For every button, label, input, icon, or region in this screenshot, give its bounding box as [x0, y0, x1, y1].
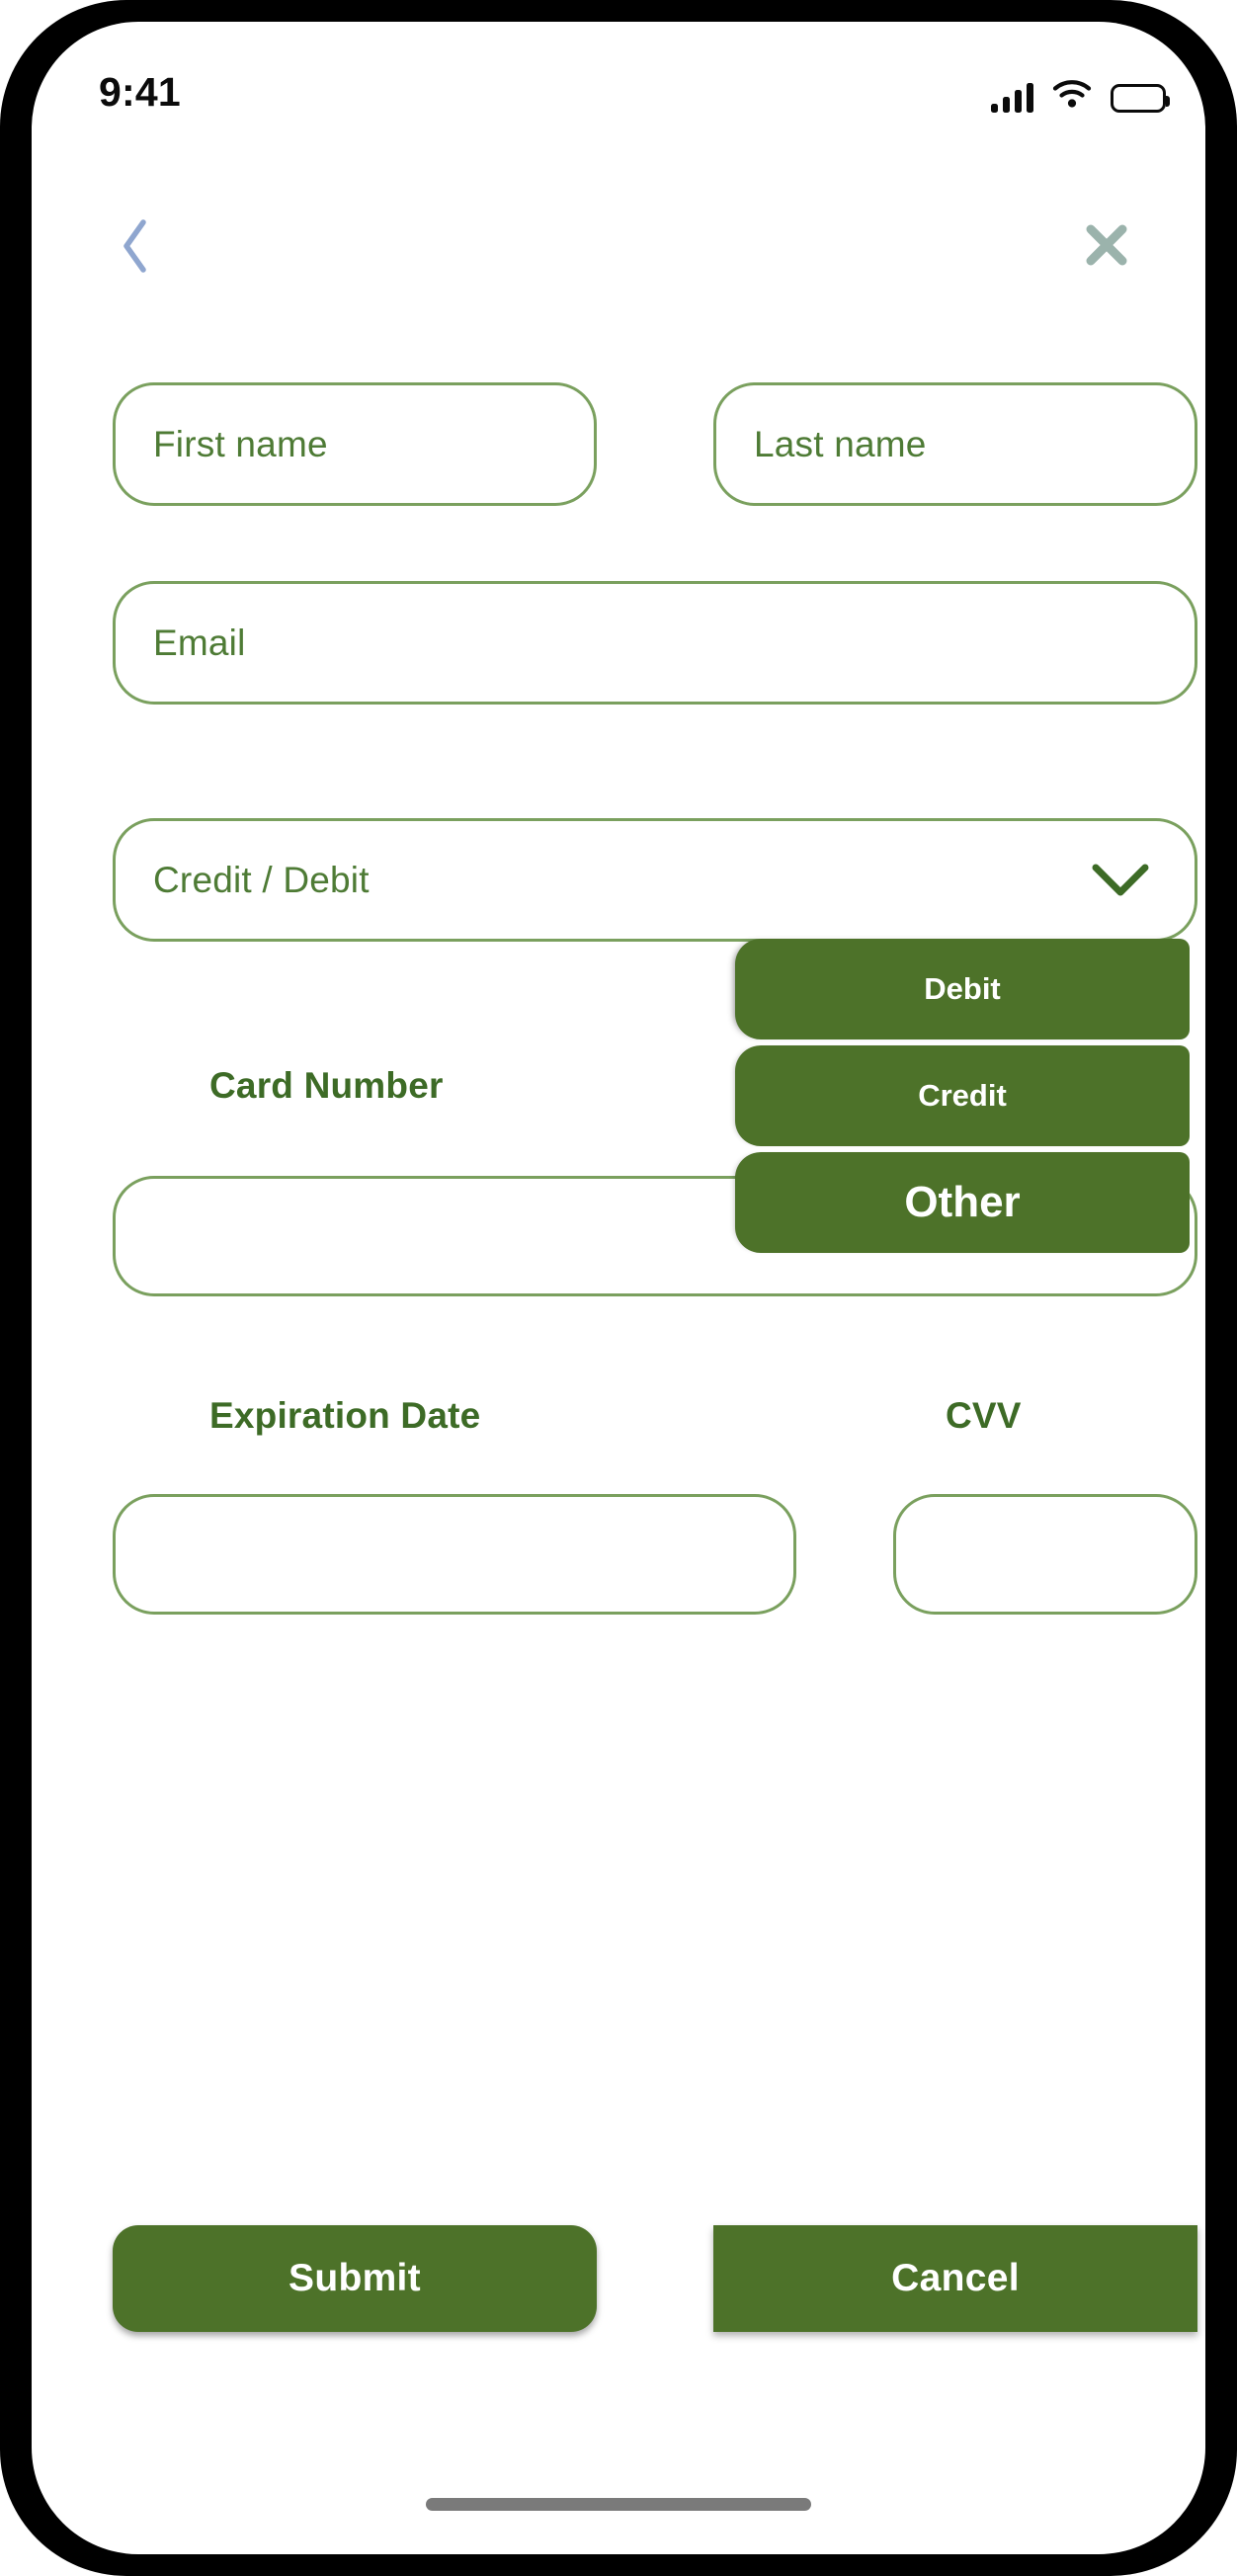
card-type-option-debit[interactable]: Debit — [735, 939, 1190, 1039]
submit-button[interactable]: Submit — [113, 2225, 597, 2332]
payment-form: First name Last name Email Credit / Debi… — [32, 22, 1205, 2554]
first-name-field[interactable]: First name — [113, 382, 597, 506]
card-type-option-credit[interactable]: Credit — [735, 1045, 1190, 1146]
expiration-date-label: Expiration Date — [209, 1395, 481, 1436]
card-type-selected-value: Credit / Debit — [153, 859, 370, 900]
cancel-button[interactable]: Cancel — [713, 2225, 1197, 2332]
phone-screen: 9:41 First name Last name Email Credit /… — [32, 22, 1205, 2554]
cvv-field[interactable] — [893, 1494, 1197, 1615]
expiration-date-field[interactable] — [113, 1494, 796, 1615]
card-number-label: Card Number — [209, 1065, 444, 1106]
cvv-label: CVV — [946, 1395, 1022, 1436]
last-name-field[interactable]: Last name — [713, 382, 1197, 506]
last-name-placeholder: Last name — [754, 423, 927, 464]
email-field[interactable]: Email — [113, 581, 1197, 705]
card-type-option-other[interactable]: Other — [735, 1152, 1190, 1253]
chevron-down-icon — [1088, 860, 1153, 901]
home-indicator[interactable] — [426, 2498, 811, 2511]
card-type-select[interactable]: Credit / Debit — [113, 818, 1197, 942]
phone-frame: 9:41 First name Last name Email Credit /… — [0, 0, 1237, 2576]
email-placeholder: Email — [153, 622, 246, 663]
first-name-placeholder: First name — [153, 423, 328, 464]
